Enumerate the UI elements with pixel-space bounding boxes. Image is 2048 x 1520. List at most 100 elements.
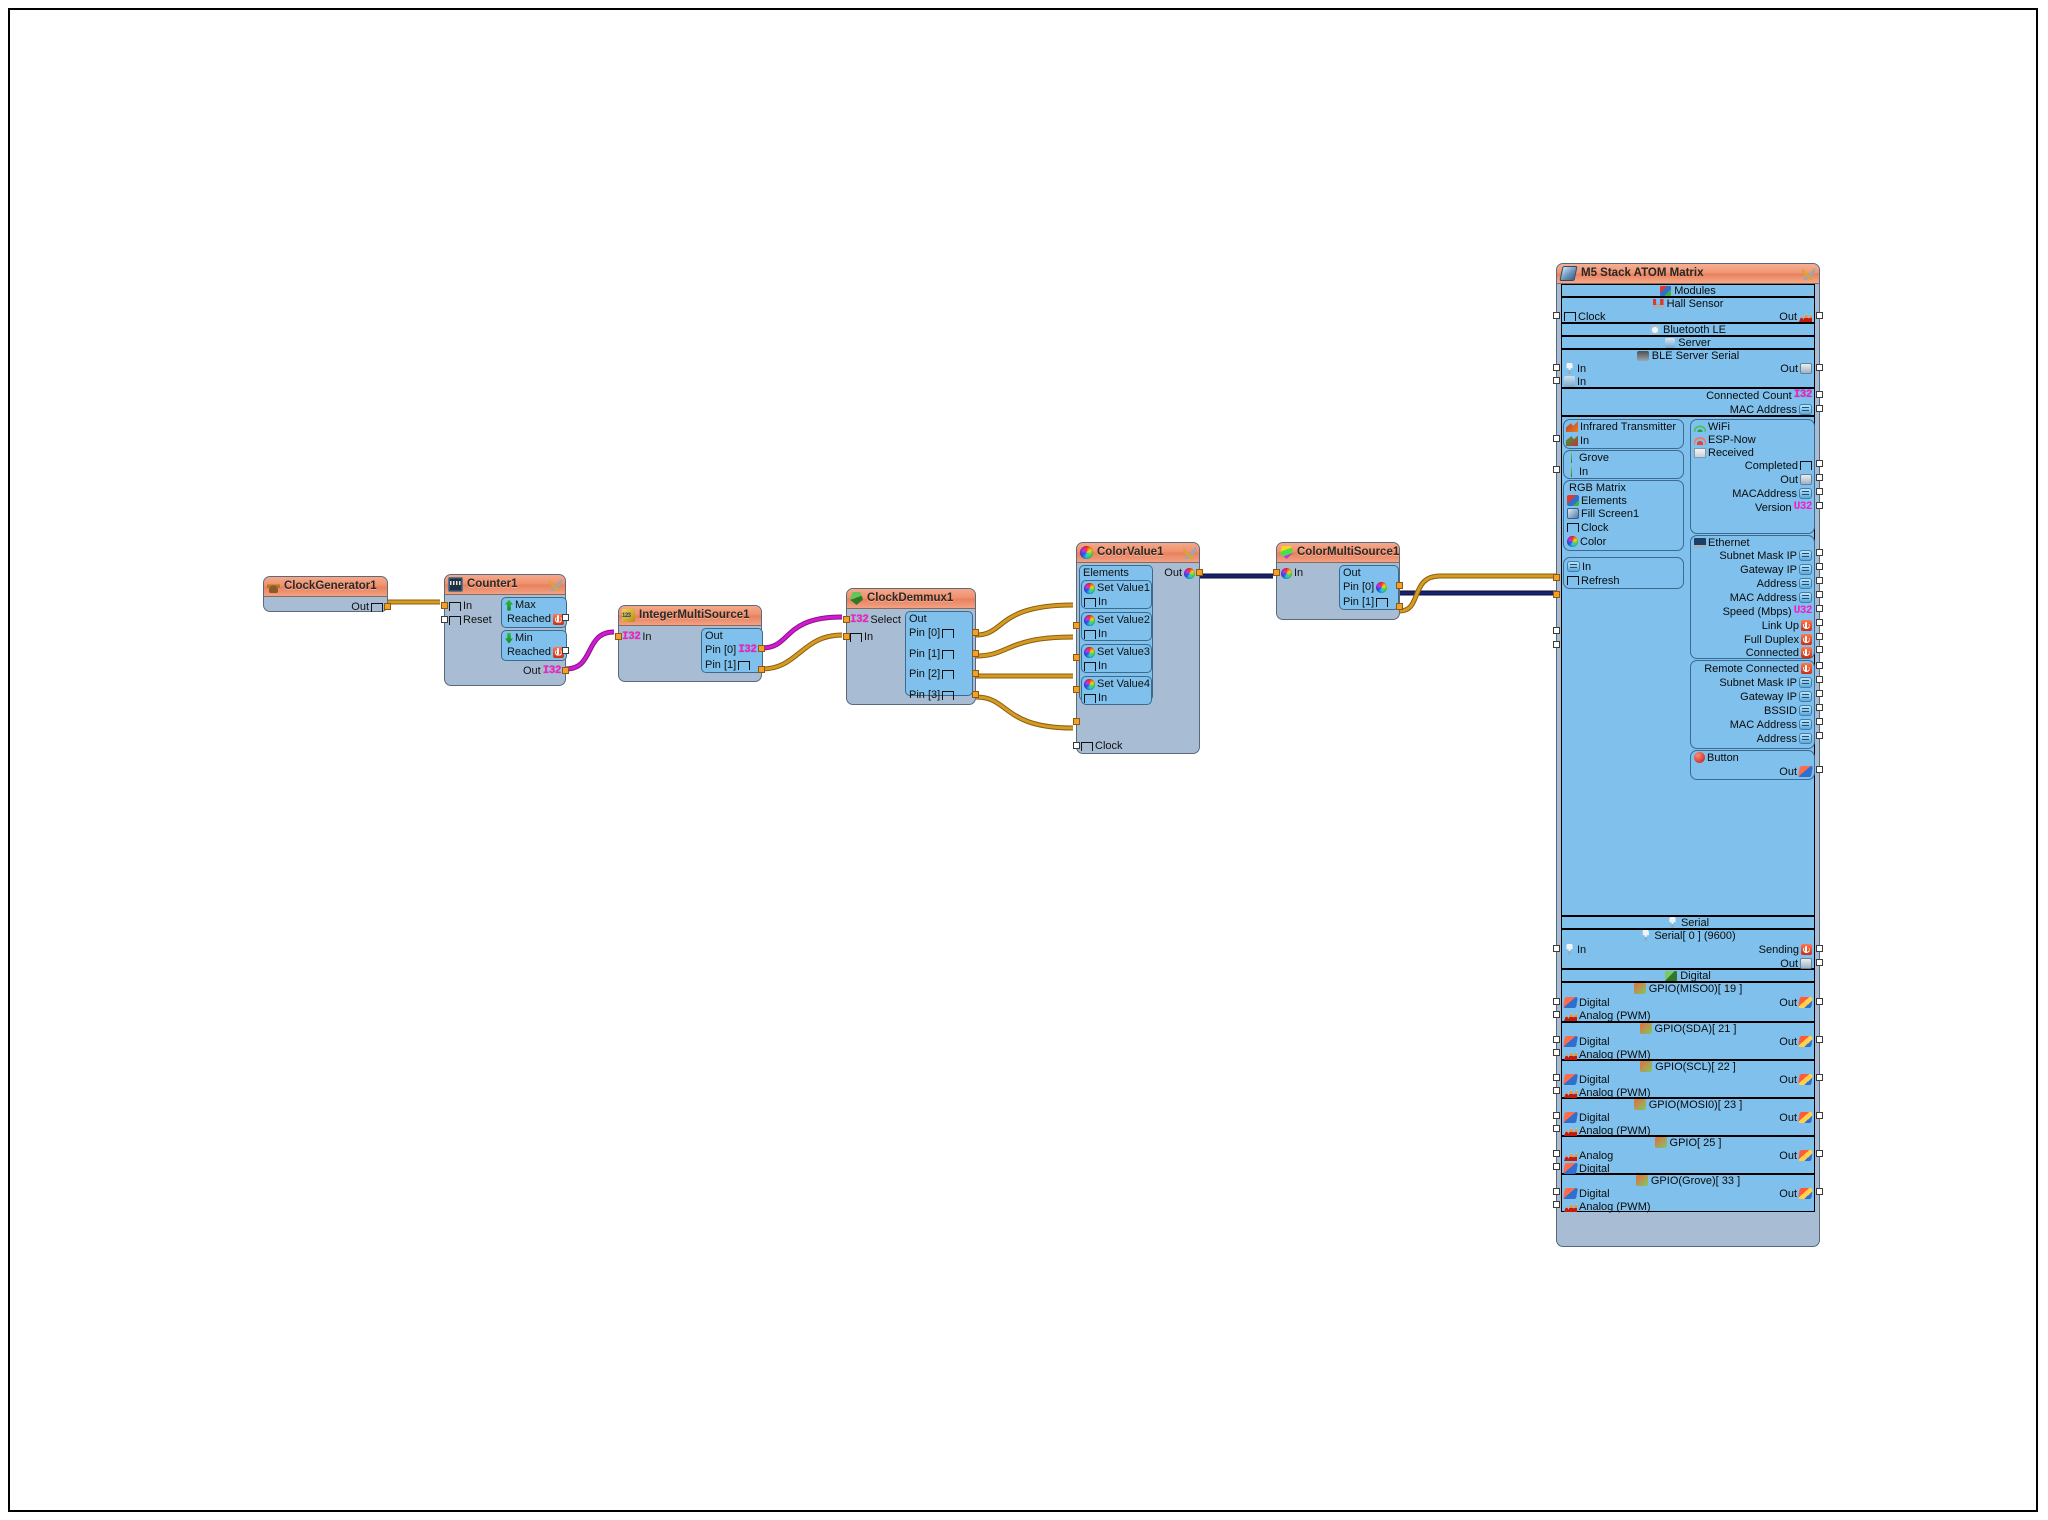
pin-out-1[interactable]: Pin [1] <box>909 647 955 661</box>
pin-ble-in2[interactable]: In <box>1562 375 1814 388</box>
rgb-elements-row[interactable]: Elements <box>1564 494 1683 507</box>
wrench-icon[interactable] <box>549 578 562 591</box>
pin-wifi-macaddress[interactable]: MACAddress <box>1691 487 1814 500</box>
pin-socket-eth-address[interactable] <box>1816 577 1823 584</box>
node-colormultisource1[interactable]: ColorMultiSource1 In Out Pin [0] Pin [1] <box>1273 542 1403 620</box>
wrench-icon[interactable] <box>1802 267 1815 280</box>
node-clockgenerator1[interactable]: ClockGenerator1 Out <box>263 576 391 614</box>
node-clockdemmux1[interactable]: ClockDemmux1 I32 Select In Out Pin [0] P… <box>843 588 979 705</box>
pin-socket-gpio0-analog[interactable] <box>1553 1011 1560 1018</box>
pin-socket-out-0[interactable] <box>758 645 765 652</box>
pin-out-0[interactable]: Pin [0] <box>909 626 955 640</box>
pin-socket-eth-linkup[interactable] <box>1816 619 1823 626</box>
pin-eth-gateway[interactable]: Gateway IP <box>1691 563 1814 576</box>
pin-out-0[interactable]: Pin [0] I32 <box>705 643 757 657</box>
pin-eth-address[interactable]: Address <box>1691 577 1814 590</box>
pin-socket-eth-fullduplex[interactable] <box>1816 633 1823 640</box>
pin-socket-serial-out[interactable] <box>1816 959 1823 966</box>
element-pin-in[interactable]: In <box>1084 595 1107 609</box>
pin-in[interactable]: I32 In <box>622 630 652 644</box>
pin-socket-remote-subnet[interactable] <box>1816 676 1823 683</box>
pin-gpio-out[interactable]: Out <box>1562 1111 1814 1124</box>
pin-out-0[interactable]: Pin [0] <box>1343 580 1388 594</box>
pin-socket-wifi-version[interactable] <box>1816 502 1823 509</box>
pin-socket-eth-speed[interactable] <box>1816 605 1823 612</box>
pin-reset[interactable]: Reset <box>449 613 492 627</box>
pin-socket-wifi-completed[interactable] <box>1816 460 1823 467</box>
pin-eth-subnet[interactable]: Subnet Mask IP <box>1691 549 1814 562</box>
pin-eth-linkup[interactable]: Link Up <box>1691 619 1814 632</box>
pin-remote-subnet[interactable]: Subnet Mask IP <box>1691 676 1814 689</box>
pin-socket-out-3[interactable] <box>972 691 979 698</box>
pin-button-out[interactable]: Out <box>1691 765 1814 778</box>
element-setvalue4[interactable]: Set Value4 In <box>1081 676 1152 705</box>
element-setvalue2[interactable]: Set Value2 In <box>1081 612 1152 641</box>
pin-remote-mac[interactable]: MAC Address <box>1691 718 1814 731</box>
pin-socket-gpio4-digital[interactable] <box>1553 1163 1560 1170</box>
pin-socket-grove-in[interactable] <box>1553 466 1560 473</box>
pin-rgb-clock[interactable]: Clock <box>1564 521 1683 534</box>
pin-gpio-analog[interactable]: Analog (PWM) <box>1562 1200 1814 1213</box>
pin-socket-gpio0-out[interactable] <box>1816 998 1823 1005</box>
pin-socket-out-1[interactable] <box>972 650 979 657</box>
pin-out-1[interactable]: Pin [1] <box>1343 595 1389 609</box>
pin-eth-connected[interactable]: Connected <box>1691 646 1814 659</box>
board-m5stack-atom-matrix[interactable]: M5 Stack ATOM Matrix Modules Hall Sensor… <box>1553 263 1823 1247</box>
pin-eth-mac[interactable]: MAC Address <box>1691 591 1814 604</box>
pin-in[interactable]: In <box>1281 566 1303 580</box>
pin-wifi-out[interactable]: Out <box>1691 473 1814 486</box>
pin-out-2[interactable]: Pin [2] <box>909 667 955 681</box>
pin-socket-serial-sending[interactable] <box>1816 945 1823 952</box>
pin-socket-clock[interactable] <box>1073 742 1080 749</box>
pin-mac-address[interactable]: MAC Address <box>1562 403 1814 416</box>
node-integermultisource1[interactable]: IntegerMultiSource1 I32 In Out Pin [0] I… <box>615 605 765 682</box>
pin-socket-out-0[interactable] <box>972 629 979 636</box>
pin-eth-speed[interactable]: Speed (Mbps) U32 <box>1691 605 1814 618</box>
pin-remote-address[interactable]: Address <box>1691 732 1814 745</box>
wrench-icon[interactable] <box>1183 546 1196 559</box>
esp-now-row[interactable]: ESP-Now <box>1691 433 1814 446</box>
pin-socket-remote-bssid[interactable] <box>1816 704 1823 711</box>
element-pin-in[interactable]: In <box>1084 691 1107 705</box>
node-header[interactable]: ClockGenerator1 <box>264 577 387 597</box>
pin-gpio-out[interactable]: Out <box>1562 1149 1814 1162</box>
pin-remote-gateway[interactable]: Gateway IP <box>1691 690 1814 703</box>
node-colorvalue1[interactable]: ColorValue1 Out Elements Set Value1 In S… <box>1073 542 1203 754</box>
pin-socket-infrared-in[interactable] <box>1553 435 1560 442</box>
pin-out[interactable]: Out <box>351 600 383 614</box>
pin-rgb-refresh[interactable]: Refresh <box>1564 574 1683 587</box>
pin-socket-in[interactable] <box>615 633 622 640</box>
pin-ble-out[interactable]: Out <box>1562 362 1814 375</box>
pin-select[interactable]: I32 Select <box>850 613 901 627</box>
pin-socket-remote-gateway[interactable] <box>1816 690 1823 697</box>
pin-socket-eth-mac[interactable] <box>1816 591 1823 598</box>
pin-out[interactable]: Out <box>1164 566 1195 580</box>
pin-in[interactable]: In <box>449 599 472 613</box>
pin-in[interactable]: In <box>850 630 873 644</box>
editor-canvas[interactable]: ClockGenerator1 Out Counter1 In Reset Ma… <box>8 8 2038 1512</box>
pin-socket-gpio1-analog[interactable] <box>1553 1049 1560 1056</box>
pin-socket-out-0[interactable] <box>1396 582 1403 589</box>
pin-socket-wifi-macaddress[interactable] <box>1816 488 1823 495</box>
element-pin-in[interactable]: In <box>1084 659 1107 673</box>
pin-socket-in[interactable] <box>441 602 448 609</box>
pin-gpio-out[interactable]: Out <box>1562 1187 1814 1200</box>
pin-socket-gpio1-out[interactable] <box>1816 1036 1823 1043</box>
pin-socket-remote-address[interactable] <box>1816 732 1823 739</box>
element-pin-in[interactable]: In <box>1084 627 1107 641</box>
pin-socket-ble-in[interactable] <box>1553 364 1560 371</box>
pin-socket-gpio4-out[interactable] <box>1816 1150 1823 1157</box>
pin-socket-reset[interactable] <box>441 616 448 623</box>
pin-socket-gpio2-out[interactable] <box>1816 1074 1823 1081</box>
pin-socket-hall-clock[interactable] <box>1553 312 1560 319</box>
pin-gpio-analog[interactable]: Analog (PWM) <box>1562 1009 1814 1022</box>
pin-clock[interactable]: Clock <box>1081 739 1123 753</box>
pin-socket-in[interactable] <box>1273 569 1280 576</box>
board-header[interactable]: M5 Stack ATOM Matrix <box>1557 264 1819 284</box>
pin-wifi-version[interactable]: Version U32 <box>1691 501 1814 514</box>
pin-out[interactable]: Out I32 <box>523 664 562 678</box>
pin-socket-out[interactable] <box>384 603 391 610</box>
pin-socket-setvalue4-in[interactable] <box>1073 718 1080 725</box>
pin-infrared-in[interactable]: In <box>1564 434 1683 447</box>
pin-connected-count[interactable]: Connected Count I32 <box>1562 389 1814 402</box>
